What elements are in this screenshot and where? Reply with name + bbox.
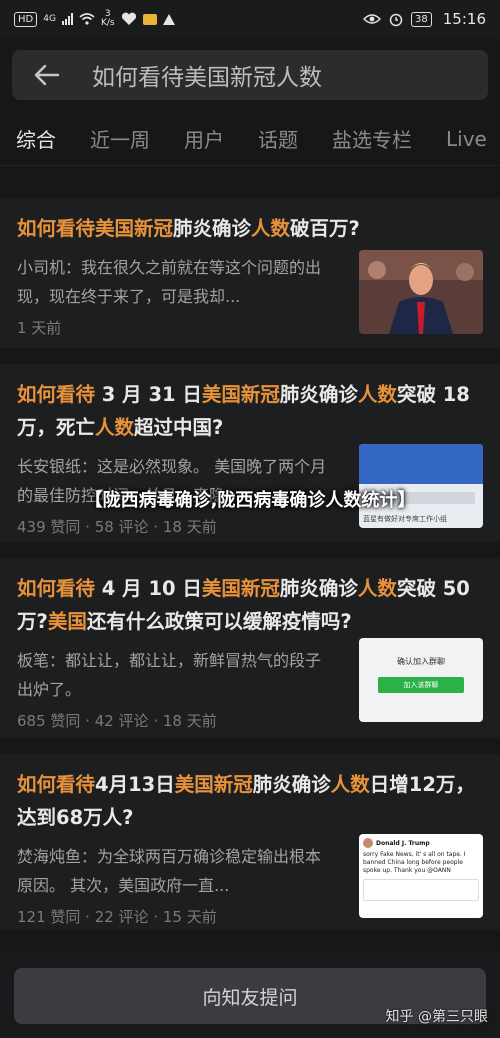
search-query[interactable]: 如何看待美国新冠人数 [92, 58, 322, 92]
result-thumbnail: 蓝星有做好对专席工作小组 [359, 444, 483, 528]
tab-recent-week[interactable]: 近一周 [90, 124, 150, 153]
result-title[interactable]: 如何看待 4 月 10 日美国新冠肺炎确诊人数突破 50万?美国还有什么政策可以… [17, 572, 482, 638]
status-bar: HD 4G 3 K/s 38 15:16 [0, 0, 500, 38]
overlay-headline: 【陇西病毒确诊,陇西病毒确诊人数统计】 [84, 490, 416, 511]
wifi-icon [79, 13, 95, 25]
tab-comprehensive[interactable]: 综合 [16, 124, 56, 153]
network-type: 4G [43, 13, 56, 24]
result-thumbnail: Donald J. Trump sorry Fake News, it' s a… [359, 834, 483, 918]
alarm-icon [389, 13, 403, 27]
search-bar[interactable]: 如何看待美国新冠人数 [12, 50, 488, 100]
result-thumbnail [359, 250, 483, 334]
tab-salt-column[interactable]: 盐选专栏 [332, 124, 412, 153]
eye-icon [363, 14, 382, 24]
battery-icon: 38 [411, 11, 432, 27]
tab-bar: 综合 近一周 用户 话题 盐选专栏 Live [0, 112, 500, 166]
tab-topics[interactable]: 话题 [258, 124, 298, 153]
clock: 15:16 [442, 10, 486, 28]
heart-pulse-icon [121, 12, 136, 25]
signal-icon [61, 13, 73, 25]
warning-icon [162, 13, 175, 25]
result-title[interactable]: 如何看待4月13日美国新冠肺炎确诊人数日增12万，达到68万人? [17, 768, 482, 834]
mail-icon [142, 13, 157, 25]
tab-users[interactable]: 用户 [184, 124, 224, 153]
result-card[interactable]: 如何看待4月13日美国新冠肺炎确诊人数日增12万，达到68万人? 焚海炖鱼：为全… [0, 754, 500, 930]
result-card[interactable]: 如何看待 3 月 31 日美国新冠肺炎确诊人数突破 18 万，死亡人数超过中国?… [0, 364, 500, 542]
result-card[interactable]: 如何看待 4 月 10 日美国新冠肺炎确诊人数突破 50万?美国还有什么政策可以… [0, 558, 500, 738]
back-arrow-icon[interactable] [34, 60, 64, 90]
result-excerpt: 焚海炖鱼：为全球两百万确诊稳定输出根本原因。 其次，美国政府一直... [17, 847, 322, 895]
result-excerpt: 板笔：都让让，都让让，新鲜冒热气的段子出炉了。 [17, 651, 322, 699]
result-card[interactable]: 如何看待美国新冠肺炎确诊人数破百万? 小司机：我在很久之前就在等这个问题的出现，… [0, 198, 500, 348]
result-excerpt: 小司机：我在很久之前就在等这个问题的出现，现在终于来了，可是我却... [17, 258, 322, 306]
result-title[interactable]: 如何看待美国新冠肺炎确诊人数破百万? [17, 212, 482, 245]
result-title[interactable]: 如何看待 3 月 31 日美国新冠肺炎确诊人数突破 18 万，死亡人数超过中国? [17, 378, 482, 444]
hd-badge: HD [14, 11, 38, 27]
watermark: 知乎 @第三只眼 [385, 1009, 488, 1025]
result-thumbnail: 确认加入群聊 加入该群聊 [359, 638, 483, 722]
bottom-bar: 向知友提问 知乎 @第三只眼 [0, 950, 500, 1038]
tab-live[interactable]: Live [446, 127, 487, 151]
net-speed: 3 K/s [100, 9, 115, 28]
